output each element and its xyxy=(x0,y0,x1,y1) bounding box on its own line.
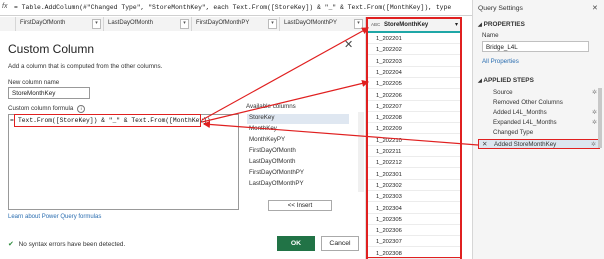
arrow-formula-to-column xyxy=(201,27,370,121)
arrow-step-to-formula xyxy=(202,120,479,146)
annotation-overlay xyxy=(201,27,479,146)
arrow-formula-to-values xyxy=(201,79,370,123)
